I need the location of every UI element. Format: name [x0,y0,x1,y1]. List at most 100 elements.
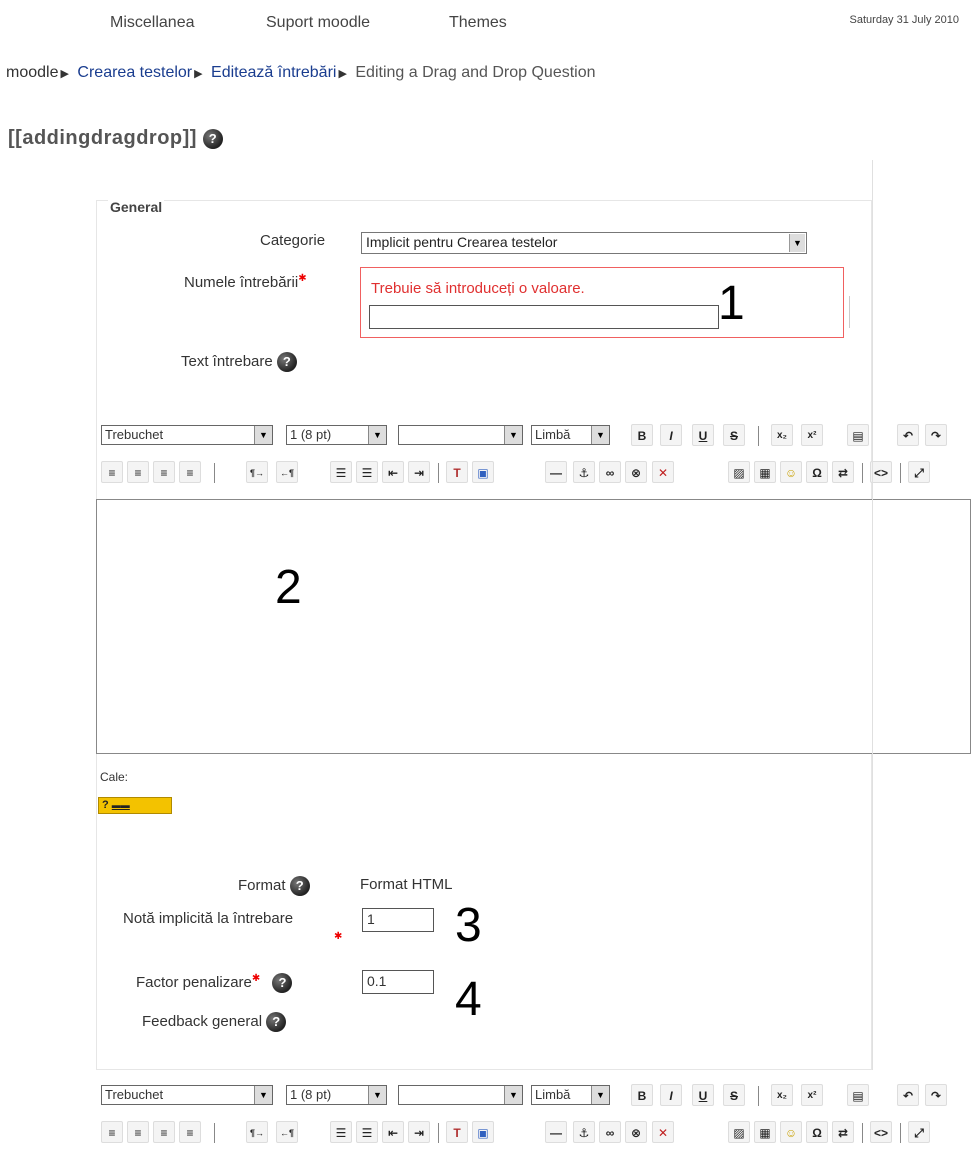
help-icon[interactable]: ? [203,128,224,149]
breadcrumb-crearea-testelor[interactable]: Crearea testelor [77,64,192,81]
nolink-icon[interactable]: ✕ [652,1121,674,1143]
outdent-icon[interactable]: ⇤ [382,461,404,483]
unlink-icon[interactable]: ⊗ [625,1121,647,1143]
search-replace-icon[interactable]: ⇄ [832,1121,854,1143]
superscript-icon[interactable]: x² [801,424,823,446]
font-size-select[interactable]: 1 (8 pt) ▼ [286,425,387,445]
feedback-italic-button[interactable]: I [660,1084,682,1106]
insert-image-icon[interactable]: ▨ [728,461,750,483]
heading-select[interactable]: ▼ [398,425,523,445]
background-color-icon[interactable]: ▣ [472,461,494,483]
underline-button[interactable]: U [692,424,714,446]
unordered-list-icon[interactable]: ☰ [356,1121,378,1143]
unlink-icon[interactable]: ⊗ [625,461,647,483]
chevron-down-icon[interactable]: ▼ [591,1086,609,1104]
outdent-icon[interactable]: ⇤ [382,1121,404,1143]
html-source-icon[interactable]: <> [870,461,892,483]
help-icon[interactable]: ? [266,1012,287,1032]
insert-table-icon[interactable]: ▦ [754,1121,776,1143]
link-icon[interactable]: ∞ [599,461,621,483]
insert-image-icon[interactable]: ▨ [728,1121,750,1143]
background-color-icon[interactable]: ▣ [472,1121,494,1143]
font-family-select[interactable]: Trebuchet ▼ [101,425,273,445]
question-text-editor[interactable] [96,499,971,754]
link-icon[interactable]: ∞ [599,1121,621,1143]
anchor-icon[interactable]: ⚓ [573,461,595,483]
superscript-icon[interactable]: x² [801,1084,823,1106]
editor-path-badge[interactable]: ? ▬▬ [98,797,172,814]
feedback-font-family-select[interactable]: Trebuchet ▼ [101,1085,273,1105]
subscript-icon[interactable]: x₂ [771,1084,793,1106]
nolink-icon[interactable]: ✕ [652,461,674,483]
special-char-icon[interactable]: Ω [806,1121,828,1143]
special-char-icon[interactable]: Ω [806,461,828,483]
language-select[interactable]: Limbă ▼ [531,425,610,445]
align-right-icon[interactable]: ≡ [153,461,175,483]
feedback-underline-button[interactable]: U [692,1084,714,1106]
chevron-down-icon[interactable]: ▼ [789,234,805,252]
breadcrumb-home[interactable]: moodle [6,64,58,81]
feedback-strikethrough-button[interactable]: S [723,1084,745,1106]
nav-link-suport-moodle[interactable]: Suport moodle [266,14,370,32]
category-select[interactable]: Implicit pentru Crearea testelor ▼ [361,232,807,254]
feedback-heading-select[interactable]: ▼ [398,1085,523,1105]
search-replace-icon[interactable]: ⇄ [832,461,854,483]
default-grade-input[interactable]: 1 [362,908,434,932]
horizontal-rule-icon[interactable]: — [545,461,567,483]
text-color-icon[interactable]: T [446,461,468,483]
chevron-down-icon[interactable]: ▼ [254,1086,272,1104]
chevron-down-icon[interactable]: ▼ [254,426,272,444]
subscript-icon[interactable]: x₂ [771,424,793,446]
nav-link-themes[interactable]: Themes [449,14,507,32]
question-name-input[interactable] [369,305,719,329]
unordered-list-icon[interactable]: ☰ [356,461,378,483]
align-center-icon[interactable]: ≡ [127,461,149,483]
text-color-icon[interactable]: T [446,1121,468,1143]
indent-icon[interactable]: ⇥ [408,1121,430,1143]
feedback-language-select[interactable]: Limbă ▼ [531,1085,610,1105]
paste-icon[interactable]: ▤ [847,1084,869,1106]
horizontal-rule-icon[interactable]: — [545,1121,567,1143]
help-icon[interactable]: ? [276,352,297,372]
undo-icon[interactable]: ↶ [897,1084,919,1106]
html-source-icon[interactable]: <> [870,1121,892,1143]
help-icon[interactable]: ? [289,876,310,896]
ltr-icon[interactable]: ¶→ [246,1121,268,1143]
bold-button[interactable]: B [631,424,653,446]
italic-button[interactable]: I [660,424,682,446]
breadcrumb-editeaza-intrebari[interactable]: Editează întrebări [211,64,336,81]
resize-handle[interactable] [836,296,850,328]
align-justify-icon[interactable]: ≡ [179,461,201,483]
anchor-icon[interactable]: ⚓ [573,1121,595,1143]
chevron-down-icon[interactable]: ▼ [368,426,386,444]
rtl-icon[interactable]: ←¶ [276,461,298,483]
rtl-icon[interactable]: ←¶ [276,1121,298,1143]
paste-icon[interactable]: ▤ [847,424,869,446]
chevron-down-icon[interactable]: ▼ [504,426,522,444]
align-left-icon[interactable]: ≡ [101,1121,123,1143]
chevron-down-icon[interactable]: ▼ [591,426,609,444]
fullscreen-icon[interactable]: ⤢ [908,1121,930,1143]
ltr-icon[interactable]: ¶→ [246,461,268,483]
redo-icon[interactable]: ↷ [925,1084,947,1106]
align-center-icon[interactable]: ≡ [127,1121,149,1143]
chevron-down-icon[interactable]: ▼ [504,1086,522,1104]
feedback-bold-button[interactable]: B [631,1084,653,1106]
smiley-icon[interactable]: ☺ [780,1121,802,1143]
ordered-list-icon[interactable]: ☰ [330,461,352,483]
chevron-down-icon[interactable]: ▼ [368,1086,386,1104]
insert-table-icon[interactable]: ▦ [754,461,776,483]
penalty-input[interactable]: 0.1 [362,970,434,994]
indent-icon[interactable]: ⇥ [408,461,430,483]
ordered-list-icon[interactable]: ☰ [330,1121,352,1143]
align-left-icon[interactable]: ≡ [101,461,123,483]
nav-link-miscellanea[interactable]: Miscellanea [110,14,194,32]
undo-icon[interactable]: ↶ [897,424,919,446]
strikethrough-button[interactable]: S [723,424,745,446]
align-right-icon[interactable]: ≡ [153,1121,175,1143]
help-icon[interactable]: ? [272,973,293,994]
smiley-icon[interactable]: ☺ [780,461,802,483]
redo-icon[interactable]: ↷ [925,424,947,446]
fullscreen-icon[interactable]: ⤢ [908,461,930,483]
align-justify-icon[interactable]: ≡ [179,1121,201,1143]
